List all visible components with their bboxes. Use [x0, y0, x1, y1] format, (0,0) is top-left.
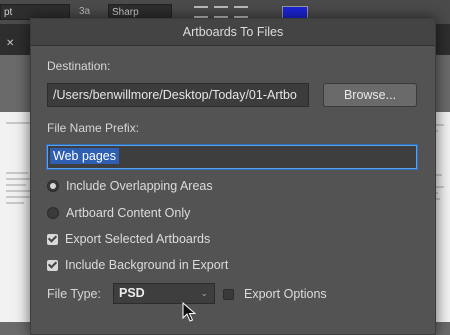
- file-name-prefix-input[interactable]: Web pages: [47, 145, 417, 169]
- option-label: Include Background in Export: [65, 258, 229, 272]
- mouse-cursor-icon: [182, 302, 196, 322]
- browse-button[interactable]: Browse...: [323, 83, 417, 107]
- radio-indicator[interactable]: [47, 180, 59, 192]
- destination-input[interactable]: /Users/benwillmore/Desktop/Today/01-Artb…: [47, 83, 309, 107]
- artboards-to-files-dialog: Artboards To Files Destination: /Users/b…: [30, 18, 436, 335]
- export-options-checkbox[interactable]: Export Options: [223, 285, 327, 303]
- radio-indicator[interactable]: [47, 207, 59, 219]
- file-type-value: PSD: [119, 286, 145, 300]
- option-label: Export Selected Artboards: [65, 232, 211, 246]
- checkbox-indicator[interactable]: [223, 288, 234, 300]
- align-left-icon[interactable]: [194, 6, 208, 18]
- artboard-content-only-radio[interactable]: Artboard Content Only: [47, 204, 190, 222]
- export-options-label: Export Options: [244, 287, 327, 301]
- checkbox-indicator[interactable]: [47, 259, 58, 271]
- file-type-select[interactable]: PSD ⌄: [113, 283, 215, 304]
- option-label: Include Overlapping Areas: [66, 179, 213, 193]
- close-icon[interactable]: ✕: [6, 38, 14, 49]
- checkbox-indicator[interactable]: [47, 233, 58, 245]
- file-type-label: File Type:: [47, 287, 101, 301]
- option-label: Artboard Content Only: [66, 206, 191, 220]
- file-name-prefix-label: File Name Prefix:: [47, 121, 140, 135]
- align-right-icon[interactable]: [234, 6, 248, 18]
- destination-label: Destination:: [47, 59, 111, 73]
- prefix-selected-text: Web pages: [50, 148, 120, 164]
- export-selected-artboards-checkbox[interactable]: Export Selected Artboards: [47, 230, 210, 248]
- align-center-icon[interactable]: [214, 6, 228, 18]
- include-overlapping-areas-radio[interactable]: Include Overlapping Areas: [47, 177, 213, 195]
- include-background-checkbox[interactable]: Include Background in Export: [47, 256, 228, 274]
- caret-down-icon: ⌄: [200, 288, 208, 298]
- dialog-title: Artboards To Files: [31, 19, 435, 46]
